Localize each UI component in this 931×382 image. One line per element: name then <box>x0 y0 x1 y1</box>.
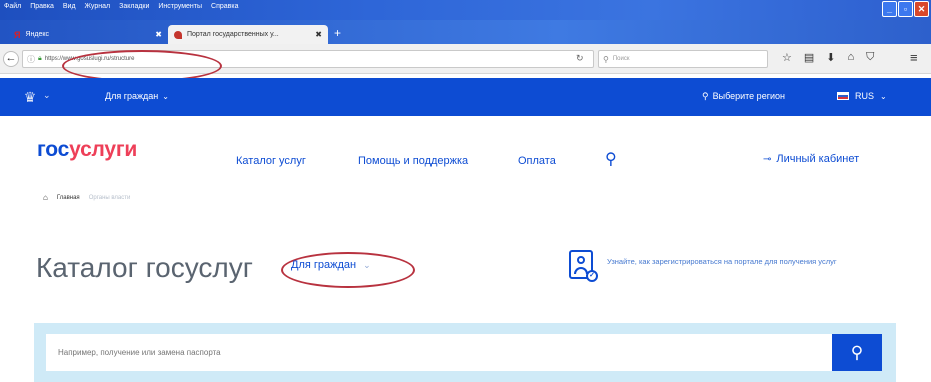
region-label: Выберите регион <box>712 91 785 101</box>
audience-chip-label: Для граждан <box>291 259 357 271</box>
audience-selector[interactable]: Для граждан ⌄ <box>105 91 169 101</box>
library-icon[interactable]: ▤ <box>804 51 814 64</box>
registration-icon: ✓ <box>569 250 598 282</box>
close-window-icon[interactable]: ✕ <box>914 1 929 17</box>
address-url: https://www.gosuslugi.ru/structure <box>44 56 135 62</box>
tab-label: Яндекс <box>25 31 50 38</box>
menu-tools[interactable]: Инструменты <box>158 3 202 10</box>
browser-window: Файл Правка Вид Журнал Закладки Инструме… <box>0 0 931 382</box>
chevron-down-icon[interactable]: ⌄ <box>43 90 51 101</box>
language-selector[interactable]: RUS ⌄ <box>837 91 887 101</box>
maximize-icon[interactable]: ▫ <box>898 1 913 17</box>
site-top-band: ♛ ⌄ Для граждан ⌄ ⚲ Выберите регион RUS ⌄ <box>0 78 931 116</box>
home-icon[interactable]: ⌂ <box>848 51 855 64</box>
page-title: Каталог госуслуг <box>36 252 253 283</box>
logo-part-gos: гос <box>37 138 70 161</box>
reload-icon[interactable]: ↻ <box>576 53 584 64</box>
audience-label: Для граждан <box>105 91 159 101</box>
logo-part-uslugi: услуги <box>69 138 138 161</box>
download-icon[interactable]: ⬇ <box>826 51 835 64</box>
check-icon: ✓ <box>586 270 598 282</box>
nav-payment-link[interactable]: Оплата <box>518 155 556 167</box>
address-bar[interactable]: ⓘ 🔒︎ https://www.gosuslugi.ru/structure <box>22 50 594 68</box>
cabinet-label: Личный кабинет <box>776 153 860 165</box>
chevron-down-icon: ⌄ <box>363 260 371 270</box>
menu-edit[interactable]: Правка <box>30 3 54 10</box>
site-search-icon[interactable]: ⚲ <box>605 149 617 169</box>
search-button[interactable]: ⚲ <box>832 334 882 371</box>
russia-flag-icon <box>837 92 849 100</box>
minimize-icon[interactable]: _ <box>882 1 897 17</box>
chevron-down-icon: ⌄ <box>162 92 169 101</box>
menu-bookmarks[interactable]: Закладки <box>119 3 149 10</box>
toolbar-icons: ☆ ▤ ⬇ ⌂ ⛉ <box>782 51 874 64</box>
info-icon[interactable]: ⓘ <box>27 54 35 65</box>
menu-hamburger-icon[interactable]: ≡ <box>910 50 918 65</box>
tab-strip: Я Яндекс ✖ Портал государственных у... ✖… <box>0 20 931 44</box>
key-icon: ⊸ <box>763 154 772 165</box>
tab-close-icon[interactable]: ✖ <box>315 30 322 39</box>
lock-icon: 🔒︎ <box>38 55 42 62</box>
nav-help-link[interactable]: Помощь и поддержка <box>358 155 468 167</box>
tab-label: Портал государственных у... <box>187 31 279 38</box>
region-selector[interactable]: ⚲ Выберите регион <box>702 91 785 102</box>
chevron-down-icon: ⌄ <box>880 91 887 101</box>
window-controls: _ ▫ ✕ <box>882 1 929 17</box>
menu-history[interactable]: Журнал <box>85 3 111 10</box>
location-pin-icon: ⚲ <box>702 91 709 101</box>
search-icon: ⚲ <box>603 54 609 64</box>
pocket-icon[interactable]: ⛉ <box>866 51 874 64</box>
audience-chip[interactable]: Для граждан ⌄ <box>291 259 371 271</box>
menu-help[interactable]: Справка <box>211 3 238 10</box>
coat-of-arms-icon[interactable]: ♛ <box>21 88 39 106</box>
title-bar: Файл Правка Вид Журнал Закладки Инструме… <box>0 0 931 20</box>
menu-file[interactable]: Файл <box>4 3 21 10</box>
gosuslugi-favicon-icon <box>174 30 182 39</box>
browser-search-field[interactable]: ⚲ Поиск <box>598 50 768 68</box>
gosuslugi-logo[interactable]: госуслуги <box>37 138 137 162</box>
breadcrumb: ⌂ Главная Органы власти <box>43 193 130 202</box>
tab-yandex[interactable]: Я Яндекс ✖ <box>8 25 168 44</box>
registration-hint-link[interactable]: Узнайте, как зарегистрироваться на порта… <box>607 256 872 267</box>
yandex-favicon-icon: Я <box>14 29 21 40</box>
browser-search-placeholder: Поиск <box>612 56 630 62</box>
star-icon[interactable]: ☆ <box>782 51 792 64</box>
personal-cabinet-link[interactable]: ⊸ Личный кабинет <box>763 153 859 165</box>
menu-bar: Файл Правка Вид Журнал Закладки Инструме… <box>4 3 239 10</box>
service-search-input[interactable] <box>46 334 832 371</box>
tab-close-icon[interactable]: ✖ <box>155 30 162 39</box>
tab-gosuslugi[interactable]: Портал государственных у... ✖ <box>168 25 328 44</box>
new-tab-icon[interactable]: + <box>334 25 341 41</box>
back-arrow-icon[interactable]: ← <box>3 51 19 67</box>
menu-view[interactable]: Вид <box>63 3 76 10</box>
nav-catalog-link[interactable]: Каталог услуг <box>236 155 306 167</box>
home-icon: ⌂ <box>43 193 48 202</box>
breadcrumb-current: Органы власти <box>88 194 131 201</box>
language-label: RUS <box>855 91 875 101</box>
search-icon: ⚲ <box>850 343 864 362</box>
navigation-toolbar: ← ⓘ 🔒︎ https://www.gosuslugi.ru/structur… <box>0 44 931 74</box>
breadcrumb-home[interactable]: Главная <box>57 195 80 201</box>
